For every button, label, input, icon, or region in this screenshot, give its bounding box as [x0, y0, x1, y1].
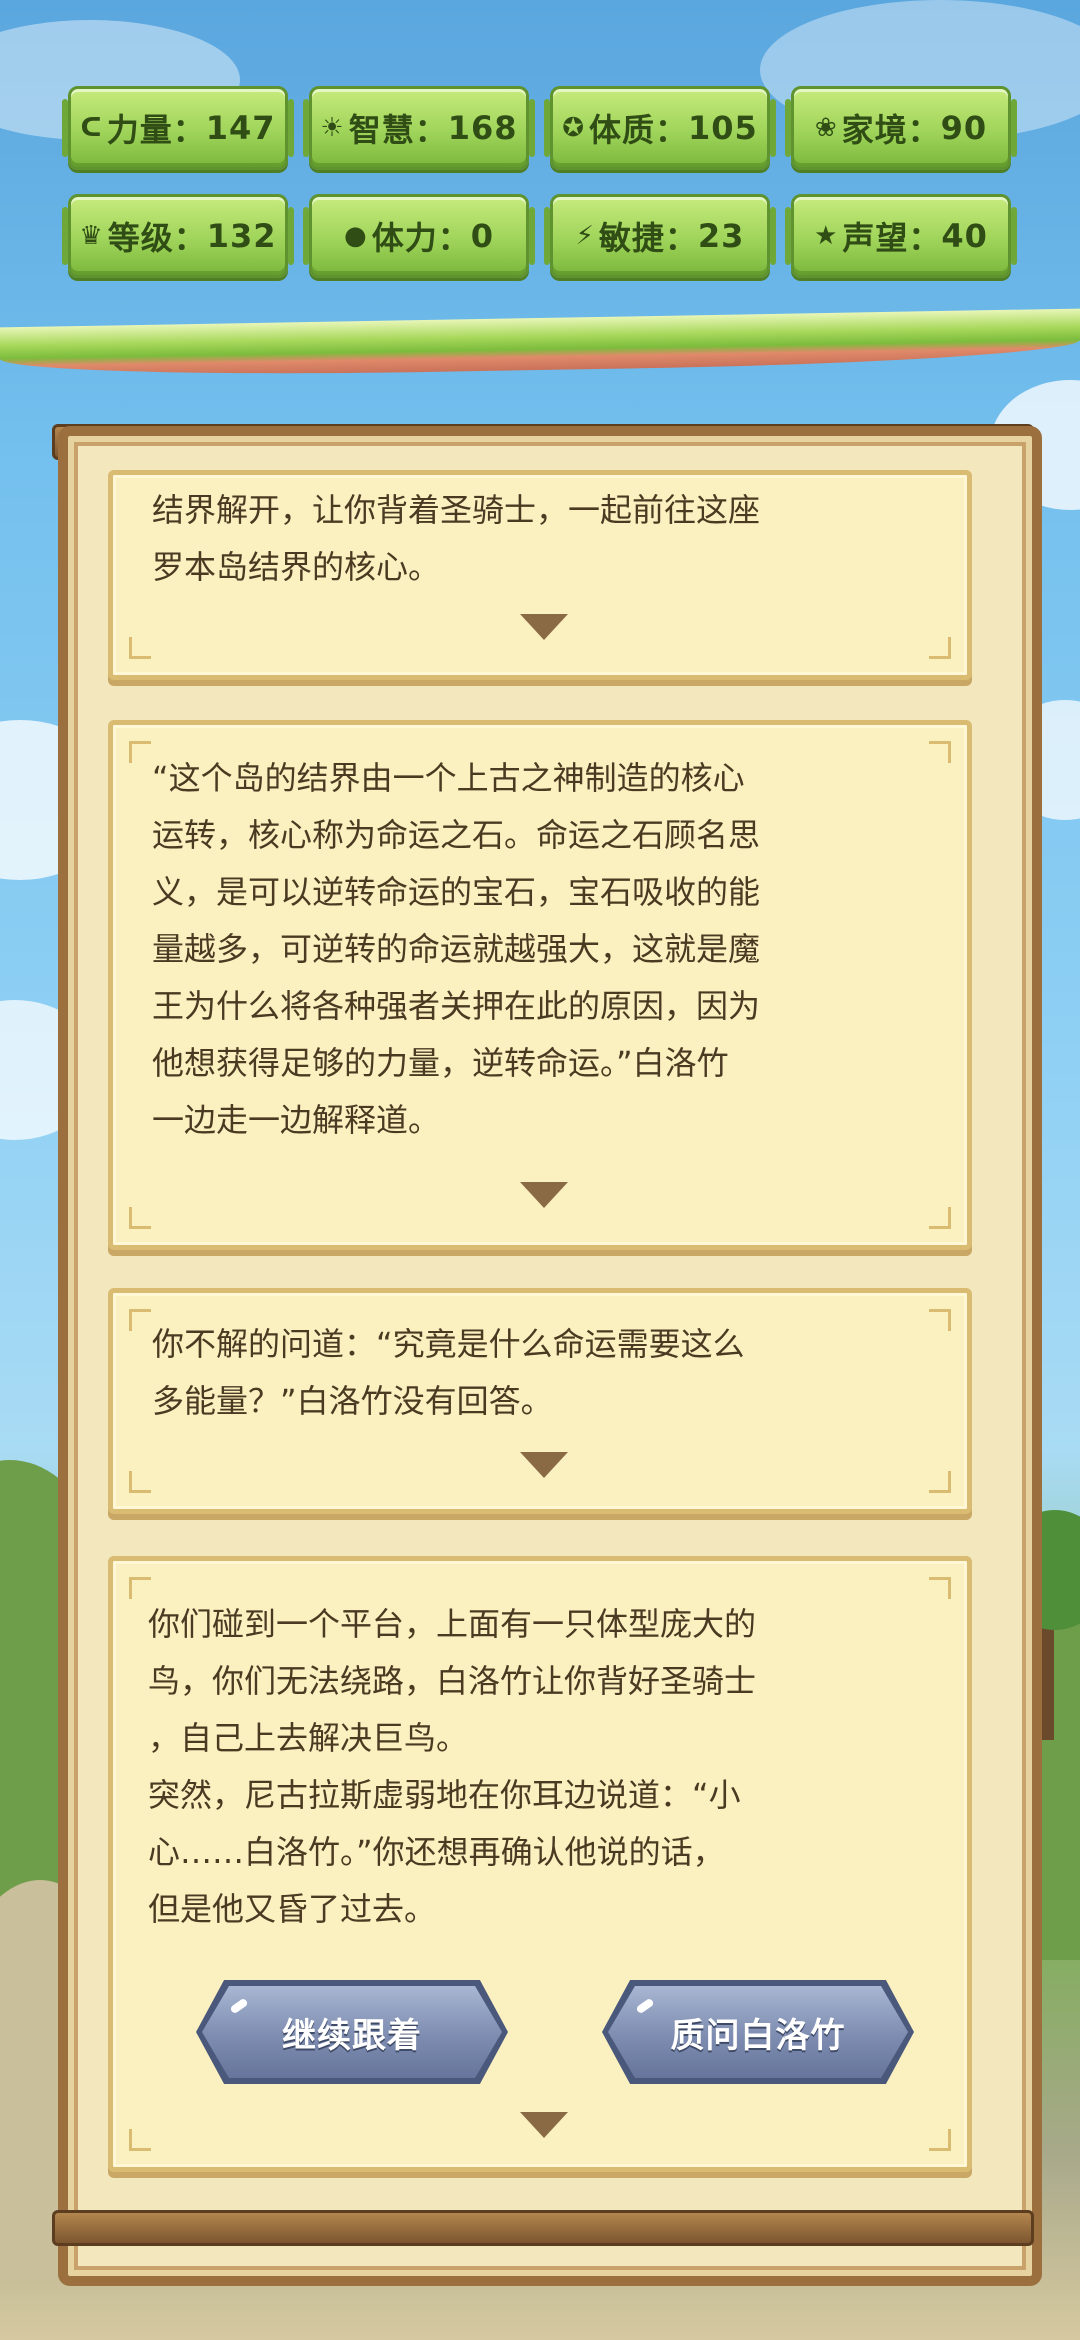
star-icon: ★	[814, 221, 839, 251]
stat-value: 147	[205, 109, 276, 147]
stat-wisdom: ☀ 智慧： 168	[303, 86, 535, 170]
dialog-text: 你不解的问道：“究竟是什么命运需要这么 多能量？”白洛竹没有回答。	[152, 1325, 745, 1420]
strength-icon: ᑕ	[80, 113, 103, 143]
stat-value: 23	[697, 217, 745, 255]
agility-icon: ⚡	[575, 221, 595, 251]
stat-label: 力量	[106, 111, 173, 149]
stat-value: 132	[206, 217, 277, 255]
next-arrow-icon[interactable]	[520, 1182, 568, 1208]
stat-label: 等级	[107, 219, 174, 257]
grass-divider	[0, 308, 1080, 380]
family-icon: ❀	[814, 113, 838, 143]
corner-ornament	[929, 2129, 951, 2151]
stat-label: 敏捷	[598, 219, 665, 257]
stat-constitution: ✪ 体质： 105	[544, 86, 776, 170]
next-arrow-icon[interactable]	[520, 1452, 568, 1478]
stat-stamina: ● 体力： 0	[303, 194, 535, 278]
stat-family: ❀ 家境： 90	[785, 86, 1017, 170]
shine-highlight	[229, 1997, 249, 2015]
dialog-text: 你们碰到一个平台，上面有一只体型庞大的 鸟，你们无法绕路，白洛竹让你背好圣骑士 …	[148, 1605, 757, 1928]
question-button-label: 质问白洛竹	[670, 2015, 846, 2056]
corner-ornament	[129, 1309, 151, 1331]
stat-label: 体质	[588, 111, 655, 149]
corner-ornament	[129, 637, 151, 659]
stat-value: 105	[688, 109, 758, 147]
follow-button[interactable]: 继续跟着	[202, 1986, 502, 2078]
corner-ornament	[929, 741, 951, 763]
wisdom-icon: ☀	[320, 113, 345, 143]
next-arrow-icon[interactable]	[520, 614, 568, 640]
corner-ornament	[929, 637, 951, 659]
corner-ornament	[129, 2129, 151, 2151]
next-arrow-icon[interactable]	[520, 2112, 568, 2138]
corner-ornament	[129, 741, 151, 763]
stat-value: 168	[447, 109, 518, 147]
stat-reputation: ★ 声望： 40	[785, 194, 1017, 278]
stats-panel: ᑕ 力量： 147 ☀ 智慧： 168 ✪ 体质： 105 ❀ 家境： 90 ♛…	[62, 86, 1017, 282]
stat-strength: ᑕ 力量： 147	[62, 86, 294, 170]
question-button[interactable]: 质问白洛竹	[608, 1986, 908, 2078]
follow-button-label: 继续跟着	[282, 2015, 422, 2056]
stat-level: ♛ 等级： 132	[62, 194, 294, 278]
stamina-icon: ●	[344, 221, 368, 251]
stat-value: 90	[940, 109, 988, 147]
dialog-text: 结界解开，让你背着圣骑士，一起前往这座 罗本岛结界的核心。	[152, 491, 761, 586]
game-screen: ᑕ 力量： 147 ☀ 智慧： 168 ✪ 体质： 105 ❀ 家境： 90 ♛…	[0, 0, 1080, 2340]
corner-ornament	[929, 1309, 951, 1331]
crown-icon: ♛	[79, 221, 104, 251]
corner-ornament	[929, 1471, 951, 1493]
corner-ornament	[129, 1471, 151, 1493]
dialog-text: “这个岛的结界由一个上古之神制造的核心 运转，核心称为命运之石。命运之石顾名思 …	[152, 759, 761, 1139]
stat-value: 0	[470, 217, 494, 255]
stat-label: 声望	[842, 219, 909, 257]
stat-value: 40	[941, 217, 988, 255]
stat-label: 体力	[371, 219, 438, 257]
constitution-icon: ✪	[562, 113, 585, 143]
stat-label: 家境	[841, 111, 908, 149]
shine-highlight	[635, 1997, 655, 2015]
corner-ornament	[929, 1207, 951, 1229]
stat-agility: ⚡ 敏捷： 23	[544, 194, 776, 278]
corner-ornament	[129, 1207, 151, 1229]
corner-ornament	[929, 1577, 951, 1599]
stat-label: 智慧	[348, 111, 415, 149]
scroll-bottom-rod	[52, 2210, 1034, 2246]
